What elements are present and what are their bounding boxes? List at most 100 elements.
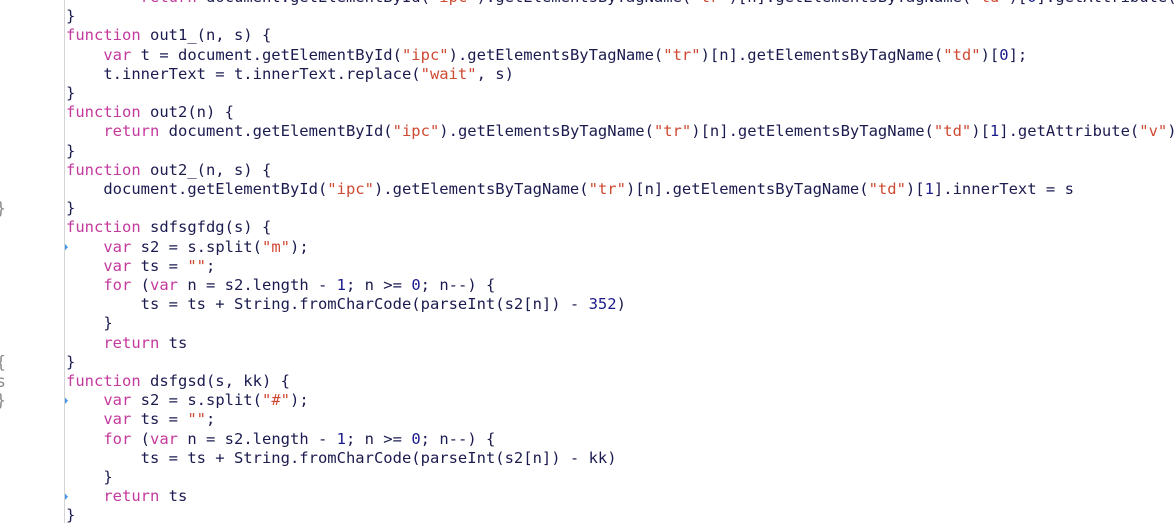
code-line-text[interactable]: var ts = ""; xyxy=(66,257,215,276)
code-token-kw: function xyxy=(66,372,141,390)
code-token-pln: ; n >= xyxy=(345,429,412,448)
code-token-pln: } xyxy=(66,314,113,333)
code-token-num: 1 xyxy=(924,180,934,198)
clipped-edge-glyph: { xyxy=(0,353,6,372)
code-token-pln: } xyxy=(66,468,113,486)
code-line-text[interactable]: return document.getElementById("ipc").ge… xyxy=(66,122,1174,141)
code-line[interactable]: 9 return document.getElementById("ipc").… xyxy=(0,0,1174,7)
code-line-text[interactable]: var s2 = s.split("#"); xyxy=(66,391,309,410)
code-line-text[interactable]: return ts xyxy=(66,334,187,353)
code-token-kw: return xyxy=(141,0,197,6)
code-line[interactable]: 32 for (var n = s2.length - 1; n >= 0; n… xyxy=(0,430,1174,449)
code-line[interactable]: 20} xyxy=(0,199,1174,218)
code-token-pln xyxy=(66,46,103,64)
code-token-pln: )[ xyxy=(980,45,1000,64)
code-token-pln: ; xyxy=(206,256,216,275)
code-line-text[interactable]: } xyxy=(66,7,75,26)
code-line-text[interactable]: for (var n = s2.length - 1; n >= 0; n--)… xyxy=(66,276,495,295)
clipped-edge-glyph: s xyxy=(0,372,6,391)
code-line-text[interactable]: } xyxy=(66,506,75,523)
code-line[interactable]: 14} xyxy=(0,84,1174,103)
code-token-str: "ipc" xyxy=(327,180,374,198)
code-line-text[interactable]: } xyxy=(66,142,75,161)
code-line[interactable]: 30 var s2 = s.split("#"); xyxy=(0,391,1174,410)
code-line-text[interactable]: t.innerText = t.innerText.replace("wait"… xyxy=(66,65,514,84)
code-token-pln: out2(n) { xyxy=(140,103,234,122)
code-line[interactable]: 17} xyxy=(0,142,1174,161)
code-line-text[interactable]: return document.getElementById("ipc").ge… xyxy=(66,0,1174,7)
code-line-text[interactable]: } xyxy=(66,199,75,218)
code-line[interactable]: 22 var s2 = s.split("m"); xyxy=(0,238,1174,257)
code-line-text[interactable]: function out1_(n, s) { xyxy=(66,26,271,45)
code-token-kw: function xyxy=(66,218,141,237)
code-token-str: "" xyxy=(187,256,206,275)
code-token-pln: ts = ts + String.fromCharCode(parseInt(s… xyxy=(66,448,617,467)
code-line[interactable]: 28} xyxy=(0,353,1174,372)
code-line-text[interactable]: ts = ts + String.fromCharCode(parseInt(s… xyxy=(66,295,626,314)
code-token-pln: n = s2.length - xyxy=(178,276,337,294)
code-line[interactable]: 11function out1_(n, s) { xyxy=(0,26,1174,45)
code-token-str: "tr" xyxy=(691,0,728,6)
code-line-text[interactable]: function dsfgsd(s, kk) { xyxy=(66,372,290,391)
line-number-gutter[interactable] xyxy=(0,0,64,523)
code-line-text[interactable]: document.getElementById("ipc").getElemen… xyxy=(66,180,1074,199)
code-token-pln: ts xyxy=(159,487,188,506)
code-line[interactable]: 24 for (var n = s2.length - 1; n >= 0; n… xyxy=(0,276,1174,295)
code-token-pln: )[n].getElementsByTagName( xyxy=(729,0,972,6)
code-line[interactable]: 21function sdfsgfdg(s) { xyxy=(0,218,1174,237)
code-token-pln xyxy=(66,430,103,448)
code-token-pln: ts = xyxy=(131,410,188,429)
code-line[interactable]: 31 var ts = ""; xyxy=(0,410,1174,429)
code-token-num: 0 xyxy=(411,429,421,448)
code-line[interactable]: 25 ts = ts + String.fromCharCode(parseIn… xyxy=(0,295,1174,314)
code-line[interactable]: 26 } xyxy=(0,314,1174,333)
code-line[interactable]: 10} xyxy=(0,7,1174,26)
code-line-text[interactable]: var ts = ""; xyxy=(66,410,215,429)
code-token-kw: return xyxy=(103,122,160,141)
code-line-text[interactable]: function out2(n) { xyxy=(66,103,234,122)
code-line[interactable]: 15function out2(n) { xyxy=(0,103,1174,122)
code-token-str: "tr" xyxy=(588,180,626,198)
code-token-pln xyxy=(66,257,103,275)
code-line-text[interactable]: } xyxy=(66,468,113,487)
code-token-kw: var xyxy=(150,429,178,448)
code-line[interactable]: 12 var t = document.getElementById("ipc"… xyxy=(0,46,1174,65)
code-line-text[interactable]: for (var n = s2.length - 1; n >= 0; n--)… xyxy=(66,430,495,449)
code-token-pln xyxy=(66,391,103,409)
code-line-text[interactable]: } xyxy=(66,353,75,372)
code-token-kw: function xyxy=(66,160,141,179)
code-line[interactable]: 18function out2_(n, s) { xyxy=(0,161,1174,180)
code-token-num: 0 xyxy=(1027,0,1036,6)
code-line[interactable]: 13 t.innerText = t.innerText.replace("wa… xyxy=(0,65,1174,84)
code-line[interactable]: 27 return ts xyxy=(0,334,1174,353)
code-line[interactable]: 36} xyxy=(0,506,1174,523)
code-token-str: "m" xyxy=(261,237,290,256)
code-line-text[interactable]: ts = ts + String.fromCharCode(parseInt(s… xyxy=(66,449,617,468)
code-token-pln: } xyxy=(66,7,76,26)
code-line-text[interactable]: function sdfsgfdg(s) { xyxy=(66,218,271,237)
code-editor[interactable]: } {s} 9 return document.getElementById("i… xyxy=(0,0,1174,523)
code-line[interactable]: 35 return ts xyxy=(0,487,1174,506)
code-token-pln: ( xyxy=(131,429,150,448)
code-token-pln: )[ xyxy=(971,122,990,141)
code-token-kw: return xyxy=(103,333,160,352)
code-line-text[interactable]: } xyxy=(66,314,113,333)
code-line-text[interactable]: var s2 = s.split("m"); xyxy=(66,237,308,257)
code-token-num: 352 xyxy=(588,295,617,314)
code-line-text[interactable]: return ts xyxy=(66,487,187,506)
code-token-pln: ; n--) { xyxy=(420,276,496,294)
code-token-pln: ; n--) { xyxy=(420,429,496,448)
code-line-text[interactable]: var t = document.getElementById("ipc").g… xyxy=(66,46,1027,65)
code-line[interactable]: 33 ts = ts + String.fromCharCode(parseIn… xyxy=(0,449,1174,468)
code-line[interactable]: 23 var ts = ""; xyxy=(0,257,1174,276)
clipped-edge-glyph: } xyxy=(0,199,6,218)
code-line-text[interactable]: function out2_(n, s) { xyxy=(66,161,271,180)
code-line[interactable]: 34 } xyxy=(0,468,1174,487)
code-token-pln xyxy=(66,487,103,505)
code-line[interactable]: 29function dsfgsd(s, kk) { xyxy=(0,372,1174,391)
code-token-pln: ); xyxy=(289,391,309,410)
code-token-pln: ].innerText = s xyxy=(933,180,1074,198)
code-line-text[interactable]: } xyxy=(66,84,75,103)
code-line[interactable]: 19 document.getElementById("ipc").getEle… xyxy=(0,180,1174,199)
code-line[interactable]: 16 return document.getElementById("ipc")… xyxy=(0,122,1174,141)
